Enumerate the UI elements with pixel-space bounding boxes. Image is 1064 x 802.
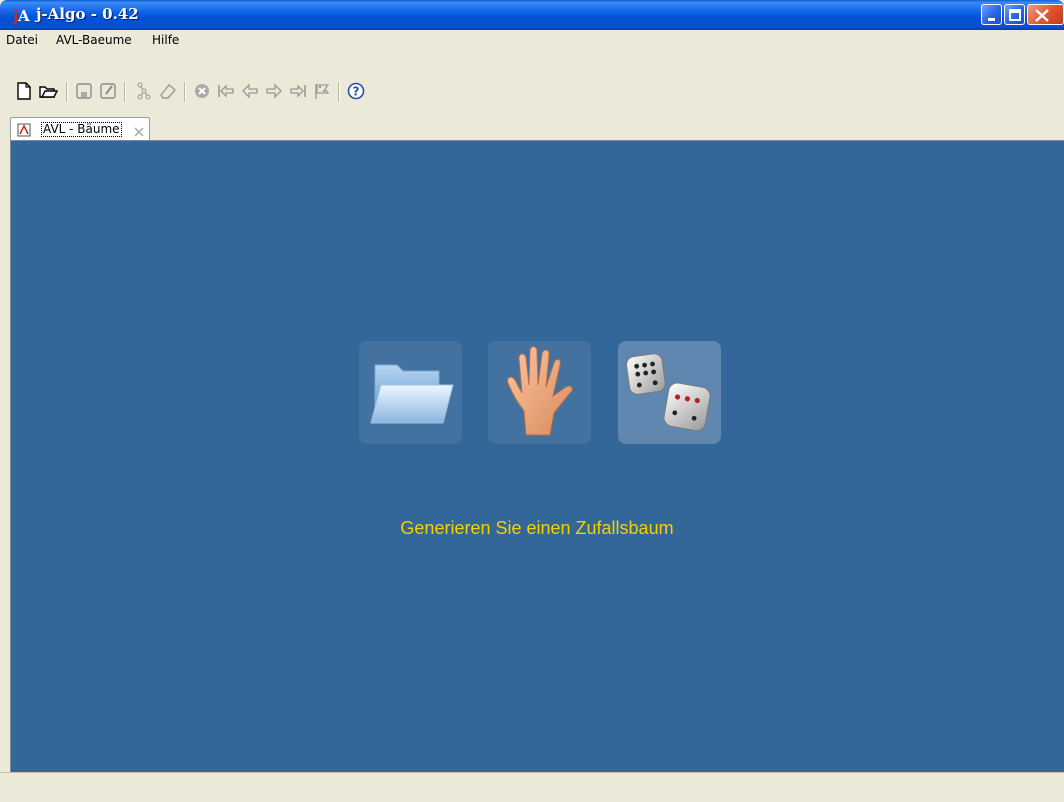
new-document-icon[interactable]: [14, 81, 34, 101]
hand-icon: [507, 346, 573, 436]
toolbar-separator: [338, 82, 340, 102]
hint-text: Generieren Sie einen Zufallsbaum: [400, 518, 674, 538]
menu-hilfe[interactable]: Hilfe: [152, 33, 179, 47]
eraser-icon[interactable]: [158, 81, 178, 101]
tab-avl-baeume[interactable]: AVL - Bäume: [10, 117, 150, 140]
menu-avl-baeume[interactable]: AVL-Baeume: [56, 33, 132, 47]
maximize-button[interactable]: [1004, 4, 1025, 25]
save-as-icon[interactable]: [98, 81, 118, 101]
save-icon[interactable]: [74, 81, 94, 101]
menu-bar: Datei AVL-Baeume Hilfe: [0, 30, 1064, 50]
stop-icon[interactable]: [192, 81, 212, 101]
close-button[interactable]: [1027, 4, 1064, 25]
finish-flag-icon[interactable]: [312, 81, 332, 101]
status-bar: [0, 772, 1064, 802]
step-forward-icon[interactable]: [264, 81, 284, 101]
svg-text:?: ?: [353, 85, 360, 99]
menu-datei[interactable]: Datei: [6, 33, 38, 47]
step-back-icon[interactable]: [240, 81, 260, 101]
open-folder-icon[interactable]: [38, 81, 58, 101]
title-bar[interactable]: j A j-Algo - 0.42: [0, 0, 1064, 30]
dice-icon: [625, 353, 711, 432]
main-panel: [10, 140, 1064, 773]
document-icon: [17, 122, 31, 137]
random-tree-option[interactable]: [618, 341, 721, 444]
svg-text:A: A: [17, 7, 30, 25]
open-folder-icon: [370, 364, 454, 424]
last-step-icon[interactable]: [288, 81, 308, 101]
toolbar-separator: [66, 82, 68, 102]
tab-label: AVL - Bäume: [41, 122, 122, 137]
minimize-button[interactable]: [981, 4, 1002, 25]
tree-icon[interactable]: [134, 81, 154, 101]
help-icon[interactable]: ?: [346, 81, 366, 101]
first-step-icon[interactable]: [216, 81, 236, 101]
manual-input-option[interactable]: [488, 341, 591, 444]
close-tab-icon[interactable]: [133, 123, 145, 137]
toolbar-separator: [124, 82, 126, 102]
open-file-option[interactable]: [359, 341, 462, 444]
window-title: j-Algo - 0.42: [36, 5, 139, 23]
toolbar-separator: [184, 82, 186, 102]
app-logo-icon: j A: [11, 5, 32, 25]
